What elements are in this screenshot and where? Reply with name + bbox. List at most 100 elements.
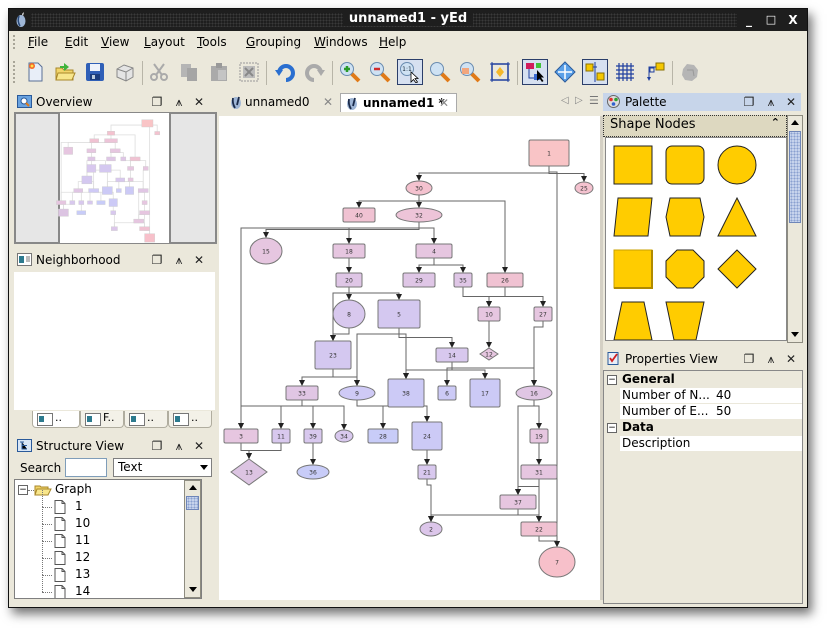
graph-edge[interactable] (299, 369, 334, 386)
graph-edge[interactable] (462, 287, 492, 307)
close-panel-icon[interactable]: ✕ (784, 94, 798, 110)
scroll-thumb[interactable] (186, 496, 199, 510)
float-panel-icon[interactable]: ❐ (150, 438, 164, 454)
graph-edge[interactable] (418, 195, 508, 273)
palette-scrollbar[interactable] (787, 115, 803, 343)
graph-node[interactable]: 33 (285, 385, 319, 401)
graph-node[interactable]: 6 (437, 385, 457, 401)
graph-edge[interactable] (428, 509, 519, 522)
print-button[interactable] (112, 59, 138, 85)
pin-panel-icon[interactable]: ⩚ (172, 94, 186, 110)
close-panel-icon[interactable]: ✕ (192, 252, 206, 268)
graph-node[interactable]: 7 (538, 546, 576, 578)
graph-node[interactable]: 40 (342, 207, 376, 223)
menu-view[interactable]: View (101, 35, 129, 49)
property-value[interactable] (714, 436, 802, 451)
graph-node[interactable]: 26 (486, 272, 524, 288)
graph-node[interactable]: 30 (405, 180, 433, 196)
collapse-section-icon[interactable]: ⌃ (771, 116, 780, 129)
pin-panel-icon[interactable]: ⩚ (172, 438, 186, 454)
menu-edit[interactable]: Edit (65, 35, 88, 49)
graph-edge[interactable] (426, 479, 434, 522)
plugin-button[interactable] (677, 59, 703, 85)
graph-node[interactable]: 22 (520, 521, 558, 537)
scroll-up-button[interactable] (185, 481, 200, 495)
graph-node[interactable]: 8 (332, 299, 366, 329)
graph-edge[interactable] (416, 166, 550, 181)
graph-node[interactable]: 15 (249, 237, 283, 265)
side-tab-4[interactable]: .. (168, 411, 212, 428)
graph-edge[interactable] (356, 195, 420, 208)
graph-node[interactable]: 9 (338, 385, 376, 401)
graph-edge[interactable] (416, 258, 435, 273)
graph-edge[interactable] (433, 258, 466, 273)
graph-edge[interactable] (504, 287, 546, 307)
menu-help[interactable]: Help (379, 35, 406, 49)
scroll-down-button[interactable] (788, 328, 802, 342)
graph-edge[interactable] (398, 328, 455, 348)
graph-node[interactable]: 5 (377, 299, 421, 329)
graph-node[interactable]: 36 (296, 464, 330, 480)
menu-tools[interactable]: Tools (197, 35, 227, 49)
graph-edge[interactable] (398, 328, 409, 379)
paste-button[interactable] (206, 59, 232, 85)
property-group-data[interactable]: − Data (604, 420, 802, 436)
graph-node[interactable]: 14 (435, 347, 469, 363)
close-panel-icon[interactable]: ✕ (784, 351, 798, 367)
undo-button[interactable] (272, 59, 298, 85)
graph-edge[interactable] (451, 362, 488, 379)
side-tab-1[interactable]: .. (32, 411, 80, 428)
overview-minimap[interactable] (14, 112, 217, 244)
property-value[interactable]: 50 (714, 404, 802, 419)
tree-node-item[interactable]: 14 (18, 575, 183, 598)
open-button[interactable] (52, 59, 78, 85)
palette-shape-rectangle[interactable] (613, 145, 653, 185)
property-group-general[interactable]: − General (604, 372, 802, 388)
navigate-mode-button[interactable] (552, 59, 578, 85)
zoom-fit-button[interactable] (427, 59, 453, 85)
close-tab-icon[interactable]: ✕ (323, 95, 333, 109)
graph-edge[interactable] (263, 222, 420, 238)
scroll-down-button[interactable] (185, 583, 200, 597)
graph-edge[interactable] (246, 443, 282, 459)
float-panel-icon[interactable]: ❐ (742, 351, 756, 367)
cut-button[interactable] (146, 59, 172, 85)
overview-panel[interactable] (14, 112, 217, 244)
graph-node[interactable]: 32 (395, 207, 443, 223)
graph-drawing[interactable]: 1253040 3215 18 42620 29 3510 278 51223 1433 9 38 6… (219, 116, 600, 600)
redo-button[interactable] (302, 59, 328, 85)
graph-edge[interactable] (515, 479, 540, 495)
graph-node[interactable]: 39 (303, 428, 323, 444)
graph-edge[interactable] (278, 400, 303, 429)
tree-root-row[interactable]: − Graph (18, 482, 188, 499)
tree-scrollbar[interactable] (184, 480, 201, 598)
palette-shape-triangle[interactable] (717, 196, 757, 237)
graph-edge[interactable] (332, 369, 360, 386)
palette-shape-trapezoid-inverted[interactable] (665, 301, 705, 340)
palette-shape-parallelogram[interactable] (613, 197, 653, 237)
zoom-original-button[interactable]: 1:1 (397, 59, 423, 85)
tab-scroll-right-icon[interactable]: ▷ (575, 95, 583, 106)
graph-node[interactable]: 31 (520, 464, 558, 480)
graph-edge[interactable] (348, 287, 402, 300)
menu-file[interactable]: File (28, 35, 48, 49)
pin-panel-icon[interactable]: ⩚ (764, 351, 778, 367)
tab-list-icon[interactable]: ☰ (589, 94, 599, 107)
palette-shape-rounded-rectangle[interactable] (665, 145, 705, 185)
graph-edge[interactable] (346, 222, 420, 244)
tab-unnamed1[interactable]: unnamed1 * ✕ (340, 93, 457, 112)
neighborhood-panel[interactable] (14, 272, 215, 410)
tab-scroll-left-icon[interactable]: ◁ (561, 95, 569, 106)
palette-shape-rectangle-3d[interactable] (613, 249, 653, 289)
fit-content-button[interactable] (487, 59, 513, 85)
grid-button[interactable] (612, 59, 638, 85)
property-row[interactable]: Description (604, 436, 802, 452)
graph-edge[interactable] (238, 400, 303, 429)
graph-edge[interactable] (301, 400, 347, 430)
graph-node[interactable]: 11 (271, 428, 291, 444)
graph-node[interactable]: 25 (574, 181, 594, 195)
menu-grouping[interactable]: Grouping (246, 35, 301, 49)
edit-mode-button[interactable] (522, 59, 548, 85)
graph-node[interactable]: 27 (533, 306, 553, 322)
collapse-icon[interactable]: − (607, 423, 617, 433)
